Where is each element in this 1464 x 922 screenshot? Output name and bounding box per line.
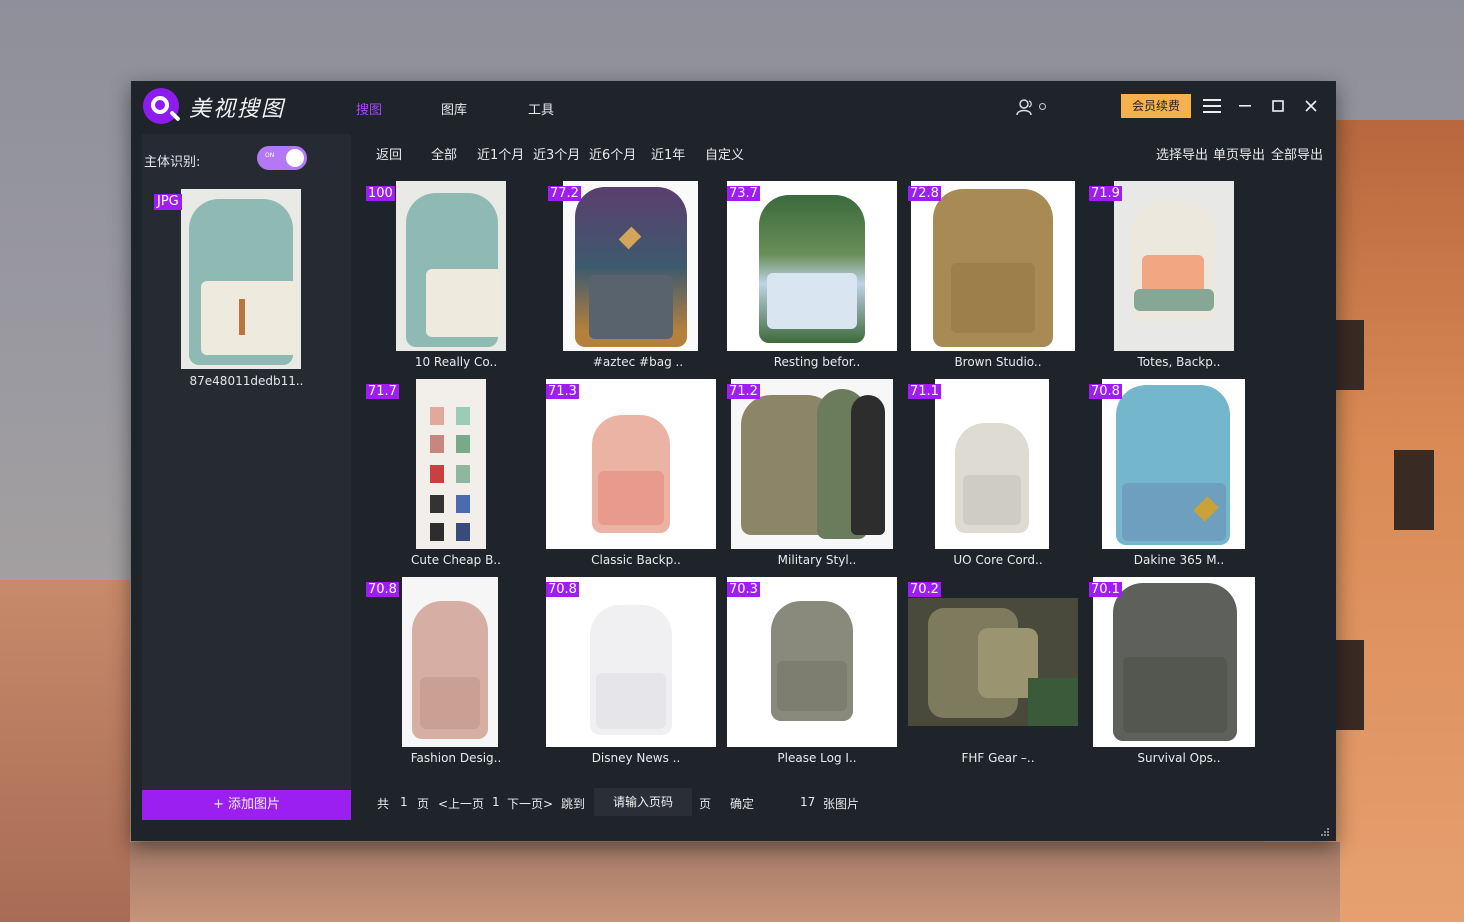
result-card[interactable]: 70.8 Dakine 365 M.. bbox=[1089, 379, 1269, 575]
result-card[interactable]: 70.8 Disney News .. bbox=[546, 577, 726, 773]
jump-to-label: 跳到 bbox=[561, 797, 586, 811]
similarity-score: 70.3 bbox=[727, 582, 760, 597]
similarity-score: 70.8 bbox=[546, 582, 579, 597]
result-caption: Fashion Desig.. bbox=[410, 751, 502, 765]
logo-icon bbox=[143, 88, 179, 124]
page-number-input[interactable]: 请输入页码 bbox=[594, 788, 692, 816]
confirm-jump-button[interactable]: 确定 bbox=[730, 795, 754, 812]
export-selected-button[interactable]: 选择导出 bbox=[1156, 144, 1208, 163]
result-caption: UO Core Cord.. bbox=[953, 553, 1043, 567]
subject-detection-label: 主体识别: bbox=[144, 155, 201, 170]
similarity-score: 70.8 bbox=[366, 582, 399, 597]
resize-grip-icon[interactable] bbox=[1320, 827, 1330, 837]
next-page-button[interactable]: 下一页> bbox=[507, 795, 553, 812]
query-image[interactable] bbox=[181, 189, 301, 369]
result-card[interactable]: 73.7 Resting befor.. bbox=[727, 181, 907, 377]
prev-page-button[interactable]: <上一页 bbox=[438, 795, 484, 812]
result-card[interactable]: 71.3 Classic Backp.. bbox=[546, 379, 726, 575]
result-caption: Disney News .. bbox=[591, 751, 681, 765]
export-all-button[interactable]: 全部导出 bbox=[1271, 144, 1323, 163]
image-count: 17 bbox=[800, 795, 816, 809]
similarity-score: 77.2 bbox=[548, 186, 581, 201]
similarity-score: 71.7 bbox=[366, 384, 399, 399]
user-icon[interactable] bbox=[1015, 97, 1035, 117]
filter-custom[interactable]: 自定义 bbox=[705, 144, 744, 163]
tab-tools[interactable]: 工具 bbox=[528, 99, 554, 118]
query-panel: 主体识别: ON JPG 87e48011dedb11.. + 添加图片 bbox=[142, 134, 351, 820]
maximize-icon[interactable] bbox=[1267, 95, 1289, 117]
query-format-badge: JPG bbox=[154, 194, 182, 210]
tab-gallery[interactable]: 图库 bbox=[441, 99, 467, 118]
close-icon[interactable] bbox=[1300, 95, 1322, 117]
result-caption: Classic Backp.. bbox=[591, 553, 681, 567]
result-caption: Survival Ops.. bbox=[1137, 751, 1221, 765]
result-card[interactable]: 70.3 Please Log I.. bbox=[727, 577, 907, 773]
result-card[interactable]: 77.2 #aztec #bag .. bbox=[548, 181, 728, 377]
similarity-score: 70.1 bbox=[1089, 582, 1122, 597]
result-caption: FHF Gear –.. bbox=[961, 751, 1035, 765]
result-caption: Please Log I.. bbox=[777, 751, 857, 765]
background-building-left bbox=[0, 580, 130, 922]
result-caption: Military Styl.. bbox=[777, 553, 857, 567]
filter-3-months[interactable]: 近3个月 bbox=[533, 144, 580, 163]
pagination-total-pages: 1 bbox=[400, 795, 408, 809]
app-window: 美视搜图 搜图 图库 工具 会员续费 主体识别: ON JPG 87e48011… bbox=[131, 81, 1336, 841]
query-filename: 87e48011dedb11.. bbox=[189, 374, 304, 388]
result-card[interactable]: 70.8 Fashion Desig.. bbox=[366, 577, 546, 773]
similarity-score: 71.2 bbox=[727, 384, 760, 399]
filter-1-month[interactable]: 近1个月 bbox=[477, 144, 524, 163]
result-caption: Dakine 365 M.. bbox=[1133, 553, 1225, 567]
result-caption: 10 Really Co.. bbox=[414, 355, 498, 369]
result-caption: Resting befor.. bbox=[773, 355, 861, 369]
title-bar: 美视搜图 搜图 图库 工具 会员续费 bbox=[131, 81, 1336, 133]
similarity-score: 71.3 bbox=[546, 384, 579, 399]
pagination-page-unit: 页 bbox=[417, 797, 430, 811]
similarity-score: 71.1 bbox=[908, 384, 941, 399]
subject-detection-toggle[interactable]: ON bbox=[257, 146, 307, 170]
app-title: 美视搜图 bbox=[189, 97, 286, 122]
add-image-button[interactable]: + 添加图片 bbox=[142, 790, 351, 820]
similarity-score: 71.9 bbox=[1089, 186, 1122, 201]
result-caption: Brown Studio.. bbox=[954, 355, 1042, 369]
pagination-total-prefix: 共 bbox=[377, 797, 390, 811]
result-caption: #aztec #bag .. bbox=[592, 355, 684, 369]
similarity-score: 70.8 bbox=[1089, 384, 1122, 399]
page-suffix-label: 页 bbox=[699, 797, 712, 811]
filter-all[interactable]: 全部 bbox=[431, 144, 457, 163]
result-card[interactable]: 72.8 Brown Studio.. bbox=[908, 181, 1088, 377]
filter-back[interactable]: 返回 bbox=[376, 144, 402, 163]
background-rooftops bbox=[130, 842, 1340, 922]
result-card[interactable]: 71.1 UO Core Cord.. bbox=[908, 379, 1088, 575]
filter-6-months[interactable]: 近6个月 bbox=[589, 144, 636, 163]
user-status-dot bbox=[1039, 103, 1046, 110]
result-card[interactable]: 71.9 Totes, Backp.. bbox=[1089, 181, 1269, 377]
similarity-score: 72.8 bbox=[908, 186, 941, 201]
result-card[interactable]: 70.1 Survival Ops.. bbox=[1089, 577, 1269, 773]
menu-icon[interactable] bbox=[1201, 95, 1223, 117]
vip-renew-button[interactable]: 会员续费 bbox=[1121, 94, 1191, 118]
similarity-score: 70.2 bbox=[908, 582, 941, 597]
filter-1-year[interactable]: 近1年 bbox=[651, 144, 685, 163]
result-card[interactable]: 70.2 FHF Gear –.. bbox=[908, 577, 1088, 773]
similarity-score: 100 bbox=[366, 186, 395, 201]
result-card[interactable]: 71.2 Military Styl.. bbox=[727, 379, 907, 575]
result-card[interactable]: 71.7 Cute Cheap B.. bbox=[366, 379, 546, 575]
tab-search[interactable]: 搜图 bbox=[356, 99, 382, 118]
result-caption: Totes, Backp.. bbox=[1137, 355, 1221, 369]
result-card[interactable]: 100 10 Really Co.. bbox=[366, 181, 546, 377]
image-count-label: 张图片 bbox=[823, 797, 860, 811]
result-caption: Cute Cheap B.. bbox=[411, 553, 501, 567]
current-page[interactable]: 1 bbox=[492, 795, 500, 809]
export-page-button[interactable]: 单页导出 bbox=[1213, 144, 1265, 163]
similarity-score: 73.7 bbox=[727, 186, 760, 201]
minimize-icon[interactable] bbox=[1234, 95, 1256, 117]
